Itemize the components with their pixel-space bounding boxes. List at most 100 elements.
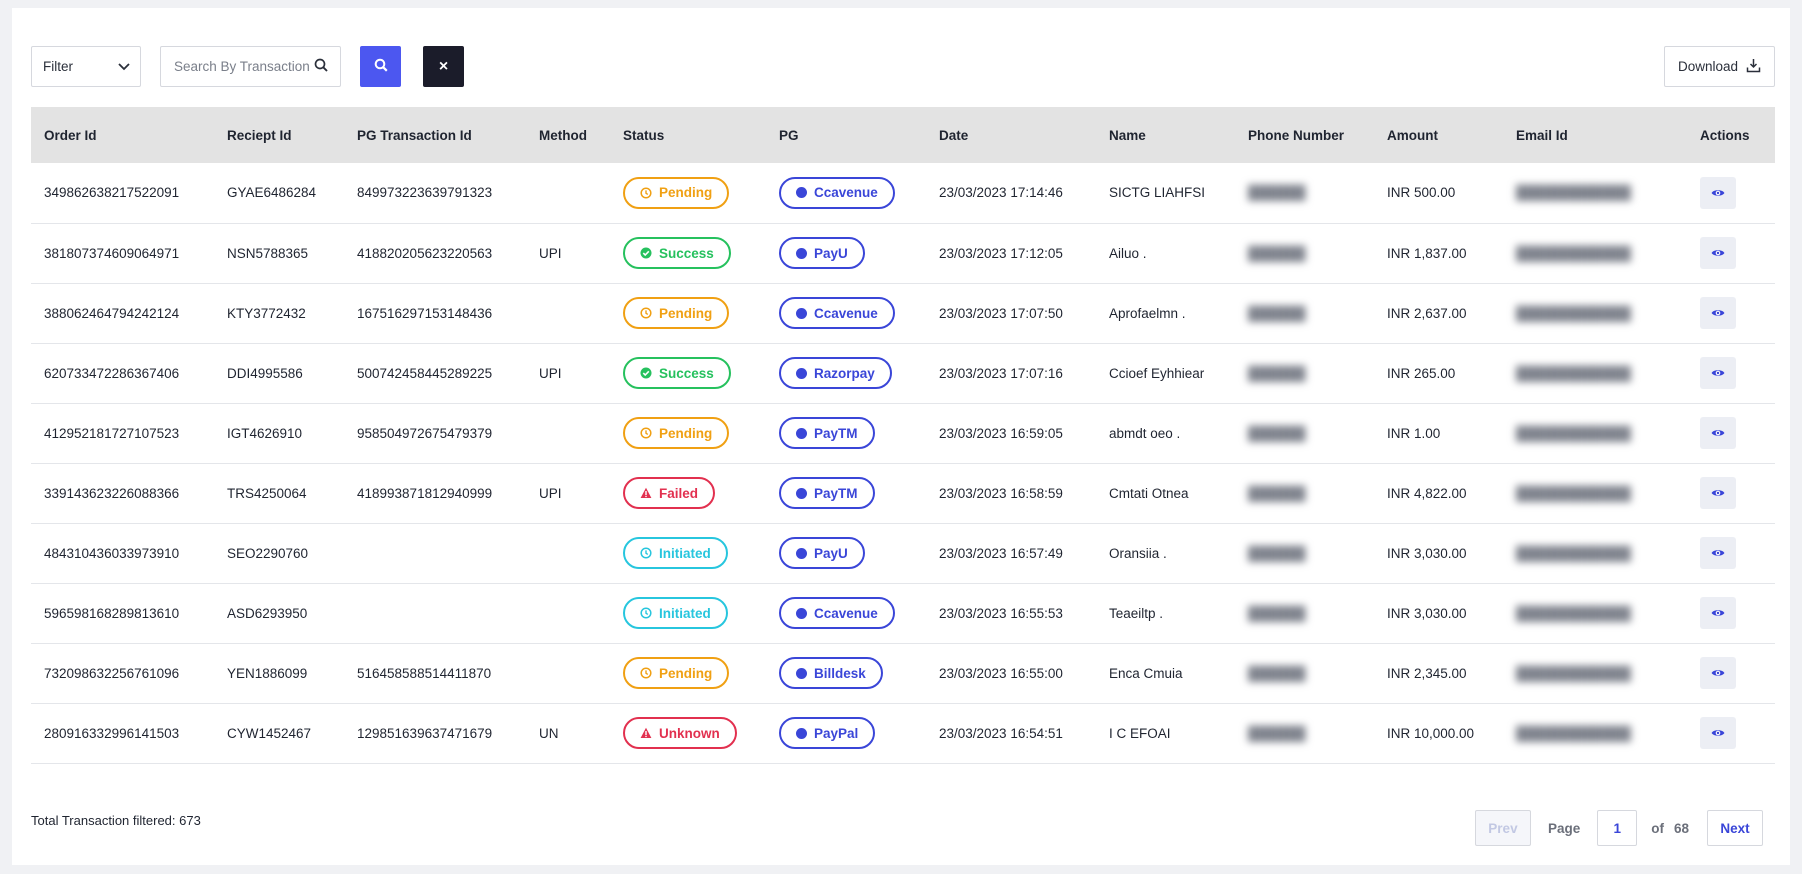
column-header: Date <box>939 127 969 143</box>
search-icon <box>314 58 328 75</box>
amount-cell: INR 1.00 <box>1387 425 1441 441</box>
download-icon <box>1746 58 1761 76</box>
receipt-id-cell: ASD6293950 <box>227 605 308 621</box>
check-circle-icon <box>640 247 652 259</box>
pg-transaction-id-cell: 418820205623220563 <box>357 245 493 261</box>
phone-cell: ██████ <box>1235 703 1374 763</box>
method-cell <box>526 403 610 463</box>
filter-select[interactable]: Filter <box>31 46 141 87</box>
table-row: 349862638217522091 GYAE6486284 849973223… <box>31 163 1775 223</box>
email-cell: ████████████ <box>1503 643 1687 703</box>
pg-cell: PayTM <box>766 403 926 463</box>
name-cell: I C EFOAI <box>1109 725 1171 741</box>
dot-icon <box>796 667 807 679</box>
receipt-id-cell: KTY3772432 <box>227 305 306 321</box>
redacted-email: ████████████ <box>1516 305 1631 321</box>
next-page-button[interactable]: Next <box>1707 810 1763 846</box>
pg-badge: Razorpay <box>779 357 892 389</box>
status-label: Failed <box>659 485 699 501</box>
of-label: of <box>1651 820 1664 836</box>
email-cell: ████████████ <box>1503 703 1687 763</box>
total-pages: 68 <box>1673 820 1689 836</box>
pg-badge: PayU <box>779 237 865 269</box>
status-badge: Pending <box>623 176 730 209</box>
view-button[interactable] <box>1700 717 1736 749</box>
dot-icon <box>796 607 807 619</box>
method-cell <box>526 163 610 223</box>
name-cell: Enca Cmuia <box>1109 665 1183 681</box>
toolbar: Filter × Download <box>31 46 1775 88</box>
actions-cell <box>1687 583 1775 643</box>
status-badge: Pending <box>623 657 730 689</box>
pagination: Prev Page of 68 Next <box>1474 810 1763 846</box>
pg-cell: Ccavenue <box>766 283 926 343</box>
status-cell: Success <box>610 223 766 283</box>
actions-cell <box>1687 223 1775 283</box>
view-button[interactable] <box>1700 597 1736 629</box>
prev-page-button[interactable]: Prev <box>1474 810 1531 846</box>
clock-icon <box>640 307 652 319</box>
chevron-down-icon <box>118 59 130 74</box>
method-cell <box>526 643 610 703</box>
clear-button[interactable]: × <box>423 46 464 87</box>
redacted-email: ████████████ <box>1516 425 1631 441</box>
phone-cell: ██████ <box>1235 403 1374 463</box>
pg-transaction-id-cell: 958504972675479379 <box>357 425 493 441</box>
redacted-phone: ██████ <box>1248 485 1306 501</box>
download-button[interactable]: Download <box>1664 46 1775 87</box>
column-header: Amount <box>1387 127 1438 143</box>
view-button[interactable] <box>1700 297 1736 329</box>
receipt-id-cell: GYAE6486284 <box>227 185 317 201</box>
column-header: PG <box>779 127 799 143</box>
receipt-id-cell: NSN5788365 <box>227 245 309 261</box>
view-button[interactable] <box>1700 537 1736 569</box>
phone-cell: ██████ <box>1235 463 1374 523</box>
status-label: Unknown <box>659 725 720 741</box>
amount-cell: INR 10,000.00 <box>1387 725 1475 741</box>
pg-transaction-id-cell: 500742458445289225 <box>357 365 493 381</box>
pg-transaction-id-cell: 849973223639791323 <box>357 185 493 201</box>
eye-icon <box>1711 308 1725 318</box>
view-button[interactable] <box>1700 237 1736 269</box>
pg-cell: Ccavenue <box>766 583 926 643</box>
method-cell: UN <box>539 725 559 741</box>
status-label: Success <box>659 365 714 381</box>
view-button[interactable] <box>1700 176 1736 209</box>
email-cell: ████████████ <box>1503 223 1687 283</box>
pg-badge: PayU <box>779 537 865 569</box>
status-badge: Initiated <box>623 537 728 569</box>
actions-cell <box>1687 463 1775 523</box>
table-row: 388062464794242124 KTY3772432 1675162971… <box>31 283 1775 343</box>
date-cell: 23/03/2023 16:55:53 <box>939 605 1063 621</box>
search-input[interactable] <box>174 59 314 74</box>
column-header: Email Id <box>1516 127 1568 143</box>
search-icon <box>374 58 388 75</box>
eye-icon <box>1711 608 1725 618</box>
dot-icon <box>796 487 807 499</box>
name-cell: SICTG LIAHFSI <box>1109 185 1206 201</box>
actions-cell <box>1687 163 1775 223</box>
date-cell: 23/03/2023 17:07:16 <box>939 365 1063 381</box>
pg-label: Ccavenue <box>814 305 878 321</box>
view-button[interactable] <box>1700 417 1736 449</box>
name-cell: Aprofaelmn . <box>1109 305 1186 321</box>
order-id-cell: 388062464794242124 <box>44 305 180 321</box>
status-cell: Pending <box>610 403 766 463</box>
redacted-phone: ██████ <box>1248 605 1306 621</box>
view-button[interactable] <box>1700 357 1736 389</box>
date-cell: 23/03/2023 16:58:59 <box>939 485 1063 501</box>
pg-label: PayU <box>814 545 848 561</box>
search-button[interactable] <box>360 46 401 87</box>
date-cell: 23/03/2023 17:14:46 <box>939 185 1063 201</box>
status-badge: Unknown <box>623 717 737 749</box>
redacted-email: ████████████ <box>1516 665 1631 681</box>
view-button[interactable] <box>1700 657 1736 689</box>
order-id-cell: 349862638217522091 <box>44 185 180 201</box>
actions-cell <box>1687 343 1775 403</box>
pg-cell: PayTM <box>766 463 926 523</box>
clock-icon <box>640 547 652 559</box>
receipt-id-cell: IGT4626910 <box>227 425 303 441</box>
amount-cell: INR 3,030.00 <box>1387 545 1467 561</box>
view-button[interactable] <box>1700 477 1736 509</box>
page-number-input[interactable] <box>1597 810 1638 846</box>
